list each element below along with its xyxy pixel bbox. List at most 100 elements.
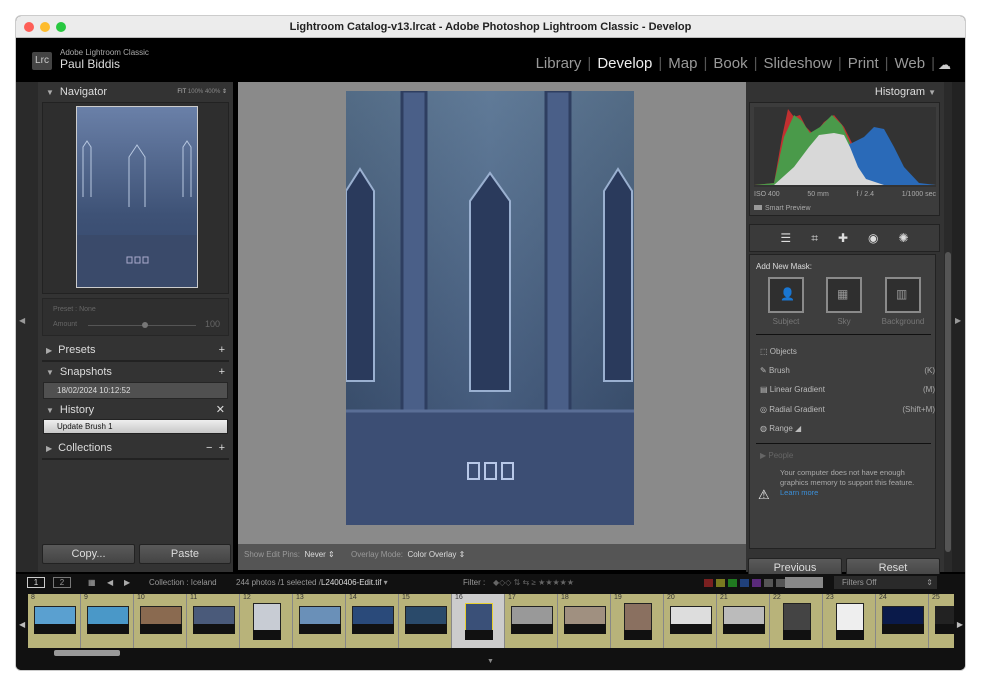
filmstrip-thumbnail[interactable]: 22 [770,594,823,648]
zoom-100[interactable]: 100% [188,89,203,95]
image-canvas[interactable] [238,82,746,544]
radial-gradient-tool[interactable]: ◎ Radial Gradient (Shift+M) [760,405,935,414]
clear-history-icon[interactable]: ✕ [216,400,225,420]
color-label-filter[interactable] [776,579,785,587]
amount-slider-thumb[interactable] [142,322,148,328]
collections-header[interactable]: ▶ Collections − + [38,438,233,458]
zoom-window-button[interactable] [56,22,66,32]
filter-view-toggle[interactable] [785,577,823,588]
filmstrip-thumbnail[interactable]: 9 [81,594,134,648]
grid-view-icon[interactable]: ▦ [88,574,96,592]
snapshots-header[interactable]: ▼ Snapshots + [38,362,233,382]
filmstrip-thumbnail[interactable]: 17 [505,594,558,648]
filmstrip-thumbnail[interactable]: 18 [558,594,611,648]
selected-filename[interactable]: L2400406-Edit.tif [321,578,382,587]
zoom-fit[interactable]: FIT [177,89,186,95]
filmstrip-left-arrow-icon[interactable]: ◀ [19,620,25,629]
flag-filter-icons[interactable]: ◆◇◇ ⇅ ⇆ ≥ ★★★★★ [493,574,574,592]
range-tool[interactable]: ◍ Range ◢ [760,424,935,433]
right-scrollbar[interactable] [944,82,952,572]
main-photo[interactable] [346,91,634,525]
module-slideshow[interactable]: Slideshow [757,55,837,72]
filmstrip-thumbnail[interactable]: 19 [611,594,664,648]
filmstrip-scrollbar-thumb[interactable] [54,650,120,656]
color-label-filter[interactable] [728,579,737,587]
collapse-bottom-arrow-icon[interactable]: ▼ [487,658,494,665]
color-label-filter[interactable] [752,579,761,587]
histogram-title: Histogram [874,86,926,98]
subject-mask-button[interactable]: 👤 [768,277,804,313]
navigator-preview[interactable] [76,106,198,288]
snapshot-item[interactable]: 18/02/2024 10:12:52 [43,382,228,399]
secondary-view-button[interactable]: 2 [53,577,71,588]
filmstrip-thumbnail[interactable]: 25 [929,594,954,648]
filmstrip-thumbnail[interactable]: 10 [134,594,187,648]
filmstrip-thumbnail[interactable]: 12 [240,594,293,648]
close-window-button[interactable] [24,22,34,32]
filmstrip-thumbnail[interactable]: 20 [664,594,717,648]
filmstrip-thumbnail[interactable]: 13 [293,594,346,648]
overlay-mode-select[interactable]: Color Overlay ⇕ [407,550,465,559]
navigator-header[interactable]: ▼ Navigator FIT 100% 400% ⇕ [38,82,233,102]
minimize-window-button[interactable] [40,22,50,32]
left-panel-toggle-icon[interactable]: ◀ [19,316,25,325]
linear-gradient-tool[interactable]: ▤ Linear Gradient (M) [760,385,935,394]
right-panel-toggle-icon[interactable]: ▶ [955,316,961,325]
cloud-sync-icon[interactable]: ☁ [938,57,951,73]
filter-preset-select[interactable]: Filters Off ⇕ [834,576,937,589]
thumbnail-index: 18 [561,594,569,601]
copy-button[interactable]: Copy... [42,544,135,564]
filmstrip-thumbnail[interactable]: 8 [28,594,81,648]
primary-view-button[interactable]: 1 [27,577,45,588]
filmstrip-thumbnail[interactable]: 21 [717,594,770,648]
filmstrip-right-arrow-icon[interactable]: ▶ [957,620,963,629]
module-map[interactable]: Map [662,55,703,72]
module-book[interactable]: Book [707,55,753,72]
masking-icon[interactable]: ✺ [899,231,909,245]
add-snapshot-icon[interactable]: + [219,362,225,382]
color-label-filter[interactable] [716,579,725,587]
color-label-filter[interactable] [704,579,713,587]
filmstrip-thumbnail[interactable]: 24 [876,594,929,648]
module-print[interactable]: Print [842,55,885,72]
module-library[interactable]: Library [530,55,588,72]
color-label-filter[interactable] [764,579,773,587]
sky-mask-button[interactable]: ▦ [826,277,862,313]
collection-source[interactable]: Collection : Iceland [149,574,217,592]
crop-icon[interactable]: ⌗ [811,231,818,246]
edit-sliders-icon[interactable]: ☰ [780,231,791,245]
people-section[interactable]: ▶ People [760,451,793,460]
histogram-header[interactable]: Histogram ▼ [746,82,944,102]
history-header[interactable]: ▼ History ✕ [38,400,233,420]
color-label-filter[interactable] [740,579,749,587]
filmstrip-thumbnail[interactable]: 23 [823,594,876,648]
thumbnail-index: 25 [932,594,940,601]
paste-button[interactable]: Paste [139,544,231,564]
filmstrip-thumbnail[interactable]: 16 [452,594,505,648]
objects-tool[interactable]: ⬚ Objects [760,347,935,356]
background-mask-button[interactable]: ▥ [885,277,921,313]
subject-label: Subject [772,317,800,326]
people-label: People [768,451,794,460]
history-item[interactable]: Update Brush 1 [43,419,228,434]
brush-tool[interactable]: ✎ Brush (K) [760,366,935,375]
amount-slider[interactable] [88,322,196,328]
smart-preview-status[interactable]: Smart Preview [754,205,811,212]
forward-arrow-icon[interactable]: ▶ [124,574,130,592]
filmstrip-thumbnail[interactable]: 11 [187,594,240,648]
module-develop[interactable]: Develop [591,55,658,72]
zoom-400[interactable]: 400% [205,89,220,95]
collections-actions-icon[interactable]: − + [206,438,225,458]
filmstrip-thumbnail[interactable]: 15 [399,594,452,648]
learn-more-link[interactable]: Learn more [780,488,818,497]
back-arrow-icon[interactable]: ◀ [107,574,113,592]
histogram[interactable]: ISO 400 50 mm f / 2.4 1/1000 sec Smart Prev… [749,102,940,216]
filmstrip-thumbnail[interactable]: 14 [346,594,399,648]
edit-pins-select[interactable]: Never ⇕ [304,550,334,559]
module-web[interactable]: Web [889,55,932,72]
red-eye-icon[interactable]: ◉ [868,231,878,245]
presets-header[interactable]: ▶ Presets + [38,340,233,360]
collections-title: Collections [58,442,112,454]
healing-icon[interactable]: ✚ [838,231,848,245]
add-preset-icon[interactable]: + [219,340,225,360]
